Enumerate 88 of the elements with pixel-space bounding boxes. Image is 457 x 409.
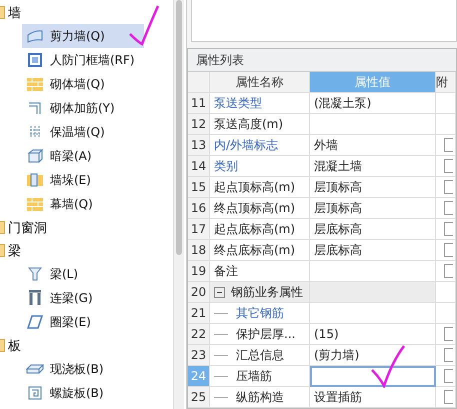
tree-item[interactable]: 圈梁(E) (22, 310, 144, 334)
property-value[interactable]: (剪力墙) (310, 345, 436, 366)
property-value[interactable]: 设置插筋 (310, 387, 436, 408)
scrollbar[interactable] (173, 0, 184, 409)
tree-group[interactable]: 梁 (8, 242, 21, 260)
property-name: 内/外墙标志 (210, 135, 310, 156)
tree-item[interactable]: 人防门框墙(RF) (22, 48, 144, 72)
scrollbar-thumb[interactable] (176, 0, 182, 255)
component-icon (26, 149, 44, 163)
row-number: 17 (188, 219, 210, 240)
tree-item[interactable]: 砌体加筋(Y) (22, 96, 144, 120)
component-icon (26, 386, 44, 400)
property-value[interactable]: (混凝土泵) (310, 93, 436, 114)
tree-item[interactable]: 保温墙(Q) (22, 120, 144, 144)
checkbox[interactable] (444, 369, 453, 383)
row-number: 15 (188, 177, 210, 198)
property-value[interactable]: 层顶标高 (310, 177, 436, 198)
property-name: 纵筋构造 (210, 387, 310, 408)
tree-item[interactable]: 墙垛(E) (22, 168, 144, 192)
row-number: 16 (188, 198, 210, 219)
checkbox[interactable] (444, 327, 453, 341)
tree-item[interactable]: 现浇板(B) (22, 357, 144, 381)
checkbox[interactable] (444, 243, 453, 257)
tree-item[interactable]: 剪力墙(Q) (22, 24, 144, 48)
property-name: 汇总信息 (210, 345, 310, 366)
property-name: 泵送高度(m) (210, 114, 310, 135)
property-name: 终点顶标高(m) (210, 198, 310, 219)
tree-item[interactable]: 螺旋板(B) (22, 381, 144, 405)
check-annotation (128, 4, 160, 46)
property-value[interactable]: 外墙 (310, 135, 436, 156)
checkbox[interactable] (444, 222, 453, 236)
row-number: 21 (188, 303, 210, 324)
checkbox[interactable] (444, 390, 453, 404)
tree-item[interactable]: 砌体墙(Q) (22, 72, 144, 96)
tree-item[interactable]: 幕墙(Q) (22, 192, 144, 216)
property-value[interactable]: 层顶标高 (310, 198, 436, 219)
check-annotation (370, 344, 406, 388)
property-name: 起点顶标高(m) (210, 177, 310, 198)
property-name: 钢筋业务属性 (210, 282, 310, 303)
row-number: 13 (188, 135, 210, 156)
checkbox[interactable] (444, 159, 453, 173)
property-name: 压墙筋 (210, 366, 310, 387)
property-name: 泵送类型 (210, 93, 310, 114)
row-number: 24 (188, 366, 210, 387)
checkbox[interactable] (444, 264, 453, 278)
tree-group[interactable]: 板 (8, 336, 21, 354)
property-value[interactable]: 混凝土墙 (310, 156, 436, 177)
row-number: 14 (188, 156, 210, 177)
column-header[interactable]: 附 (436, 72, 456, 93)
component-icon (26, 78, 44, 90)
row-number: 11 (188, 93, 210, 114)
collapse-toggle[interactable] (214, 286, 225, 298)
component-icon (26, 290, 44, 306)
row-number: 23 (188, 345, 210, 366)
property-value[interactable]: 层底标高 (310, 240, 436, 261)
tree-group[interactable]: 墙 (8, 4, 21, 22)
tree-item[interactable]: 梁(L) (22, 262, 144, 286)
row-number: 20 (188, 282, 210, 303)
tree-item[interactable]: 暗梁(A) (22, 144, 144, 168)
panel-title: 属性列表 (188, 49, 456, 72)
checkbox[interactable] (444, 180, 453, 194)
component-icon (26, 267, 44, 281)
component-icon (26, 29, 44, 43)
property-value[interactable]: (15) (310, 324, 436, 345)
property-value[interactable] (310, 366, 436, 387)
row-number: 18 (188, 240, 210, 261)
row-number: 19 (188, 261, 210, 282)
checkbox[interactable] (444, 138, 453, 152)
checkbox[interactable] (444, 348, 453, 362)
row-number: 12 (188, 114, 210, 135)
tree-group[interactable]: 门窗洞 (8, 218, 47, 236)
property-name: 终点底标高(m) (210, 240, 310, 261)
component-icon (26, 315, 44, 329)
component-icon (26, 53, 44, 67)
tree-item[interactable]: 连梁(G) (22, 286, 144, 310)
property-name: 保护层厚... (210, 324, 310, 345)
component-icon (26, 364, 44, 374)
property-name: 起点底标高(m) (210, 219, 310, 240)
column-header[interactable]: 属性名称 (210, 72, 310, 93)
checkbox[interactable] (444, 201, 453, 215)
property-name: 其它钢筋 (210, 303, 310, 324)
property-value[interactable]: 层底标高 (310, 219, 436, 240)
row-number: 25 (188, 387, 210, 408)
component-icon (26, 198, 44, 210)
row-number: 22 (188, 324, 210, 345)
property-name: 类别 (210, 156, 310, 177)
component-icon (26, 173, 44, 187)
property-name: 备注 (210, 261, 310, 282)
